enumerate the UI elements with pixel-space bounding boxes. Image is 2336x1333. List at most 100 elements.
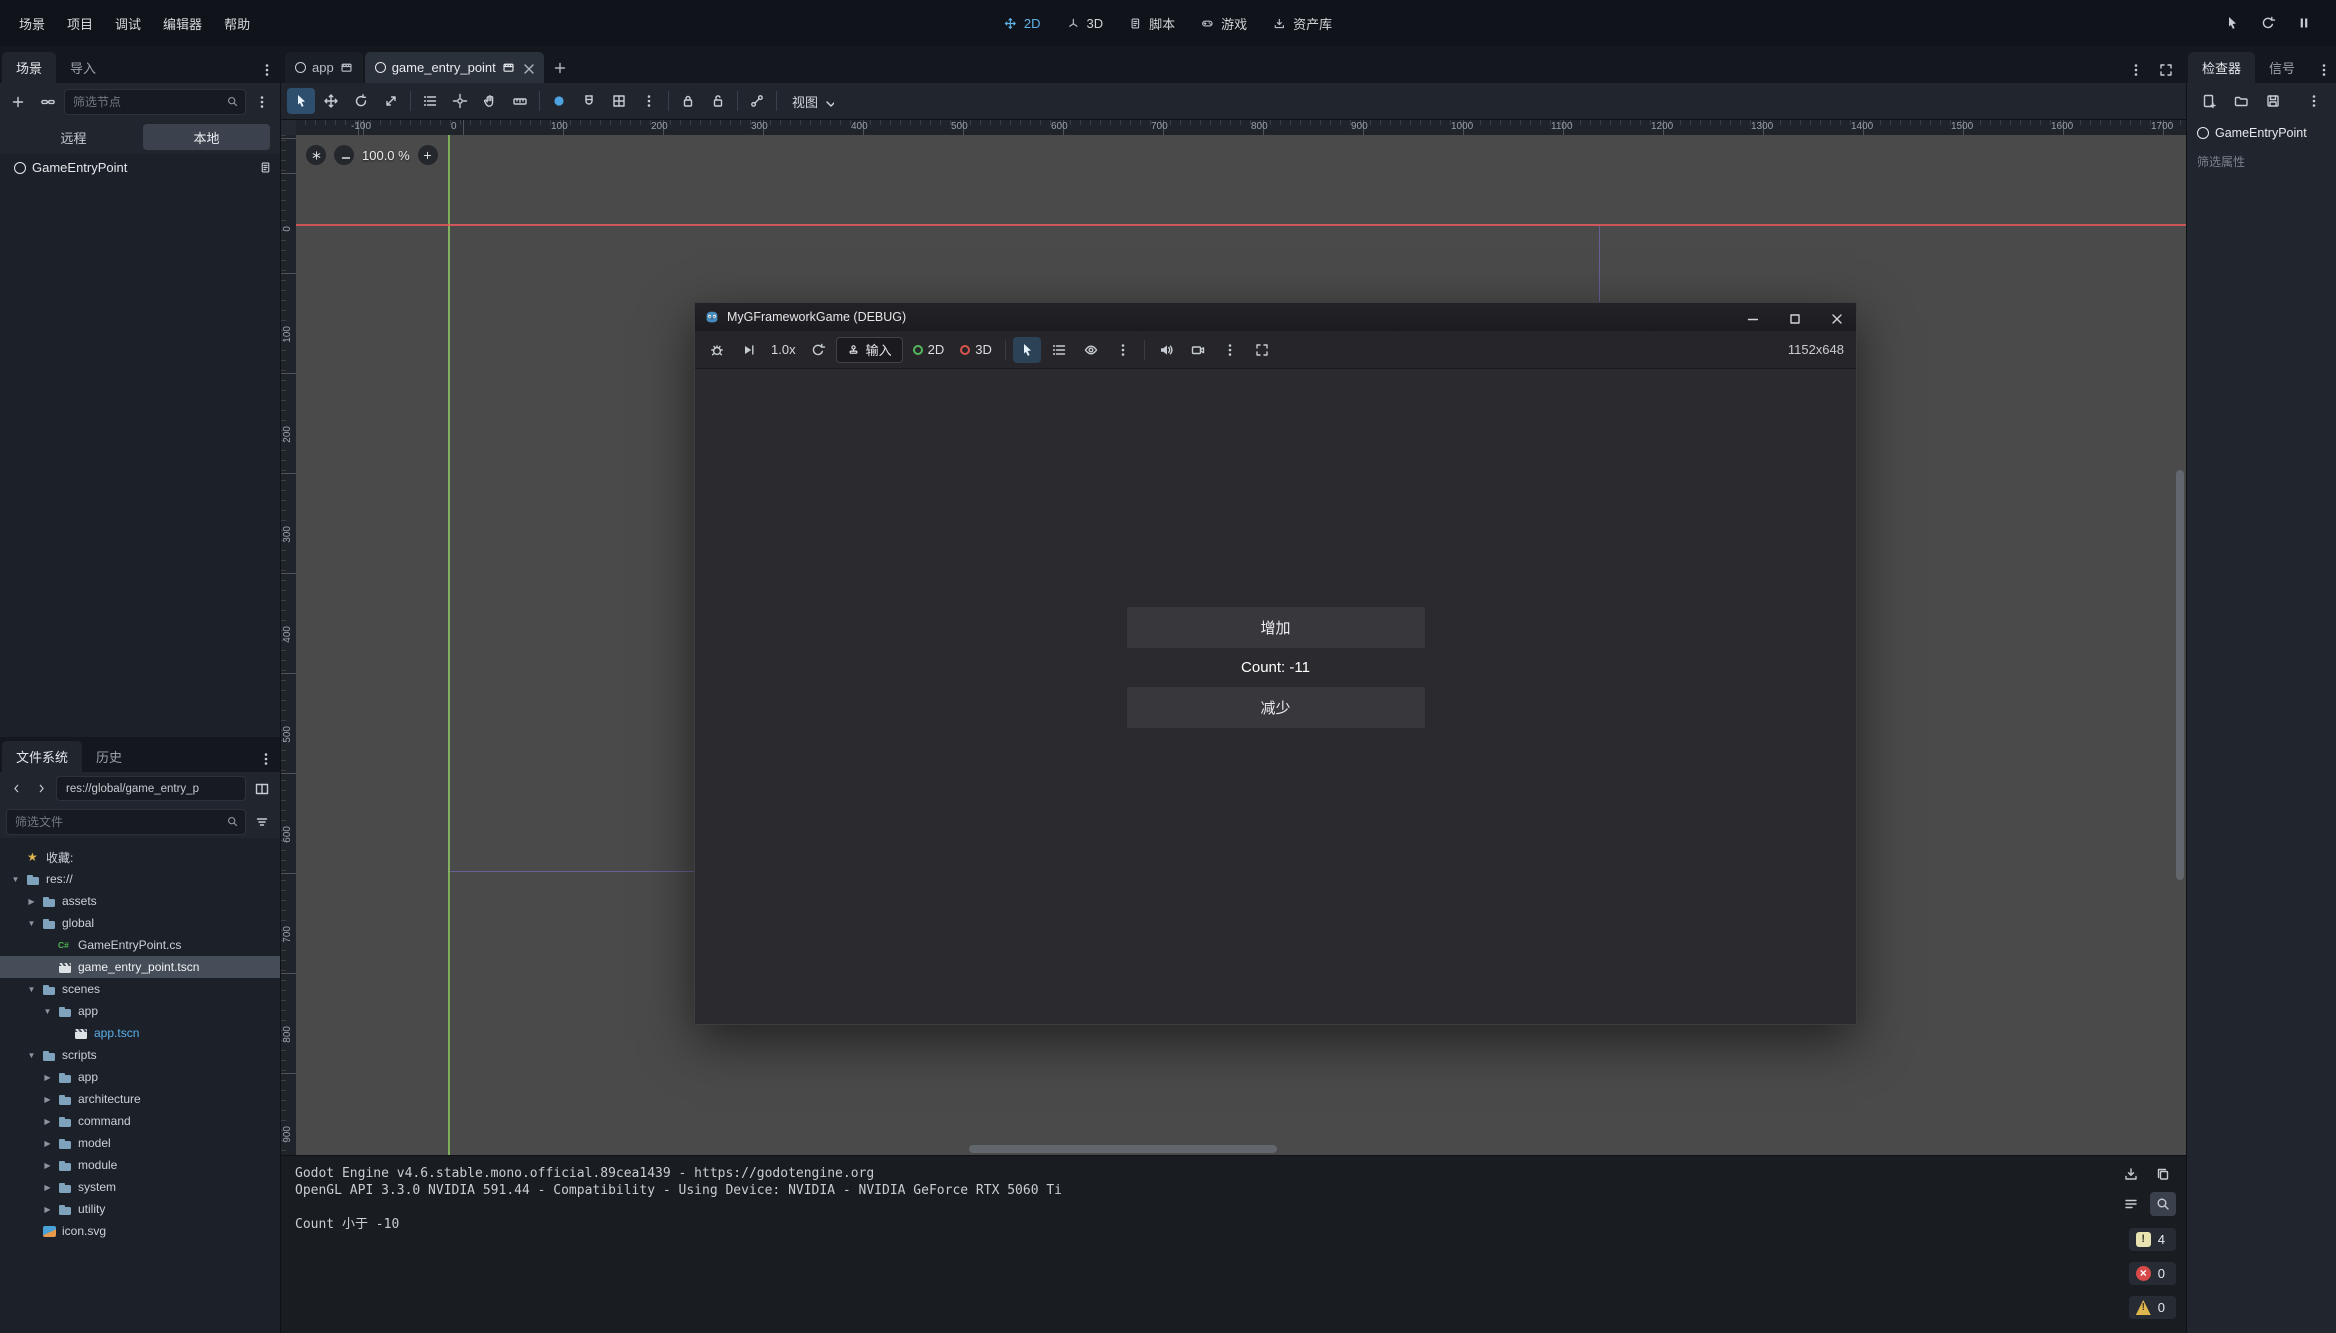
pick-node-button[interactable] [2218,10,2246,36]
scene-tab-game-entry-point[interactable]: game_entry_point [365,52,544,83]
select-tool-button[interactable] [287,88,315,114]
select-options-button[interactable] [1109,337,1137,363]
expand-arrow-icon[interactable] [26,1051,37,1060]
fs-item-scripts-app[interactable]: app [0,1066,280,1088]
instance-scene-button[interactable] [34,89,62,115]
fs-item-favorites[interactable]: 收藏: [0,846,280,868]
view-menu-button[interactable]: 视图 [782,88,844,114]
current-path-input[interactable] [64,782,238,796]
scale-tool-button[interactable] [377,88,405,114]
mode-2d-toggle[interactable]: 2D [907,342,951,357]
menu-help[interactable]: 帮助 [213,0,261,46]
fs-item-architecture[interactable]: architecture [0,1088,280,1110]
filter-properties-field[interactable]: 筛选属性 [2187,147,2336,176]
file-sort-button[interactable] [250,809,274,835]
game-debug-window[interactable]: MyGFrameworkGame (DEBUG) 1.0x [694,302,1857,1025]
list-select-button[interactable] [416,88,444,114]
filter-files-input[interactable] [13,814,226,830]
copy-log-button[interactable] [2150,1162,2176,1186]
expand-arrow-icon[interactable] [26,919,37,928]
restart-game-button[interactable] [2254,10,2282,36]
tab-scene-dock[interactable]: 场景 [2,52,56,83]
new-resource-button[interactable] [2195,88,2223,114]
time-scale-label[interactable]: 1.0x [767,342,800,357]
fs-item-game-entry-point-tscn[interactable]: game_entry_point.tscn [0,956,280,978]
scene-dock-menu-button[interactable] [248,89,276,115]
unlock-node-button[interactable] [704,88,732,114]
workspace-script[interactable]: 脚本 [1116,0,1188,46]
tab-history[interactable]: 历史 [82,741,136,772]
lock-node-button[interactable] [674,88,702,114]
menu-project[interactable]: 项目 [56,0,104,46]
mute-audio-button[interactable] [1152,337,1180,363]
fs-item-app-tscn[interactable]: app.tscn [0,1022,280,1044]
fs-item-model[interactable]: model [0,1132,280,1154]
zoom-out-button[interactable] [334,145,354,165]
fs-item-res[interactable]: res:// [0,868,280,890]
input-mode-toggle[interactable]: 输入 [836,337,903,363]
filter-nodes-box[interactable] [64,89,246,115]
expand-arrow-icon[interactable] [42,1007,53,1016]
ruler-tool-button[interactable] [506,88,534,114]
workspace-3d[interactable]: 3D [1053,0,1116,46]
save-resource-button[interactable] [2259,88,2287,114]
minimize-button[interactable] [1730,303,1772,331]
next-frame-button[interactable] [735,337,763,363]
fs-item-assets[interactable]: assets [0,890,280,912]
menu-debug[interactable]: 调试 [104,0,152,46]
pan-tool-button[interactable] [476,88,504,114]
history-forward-button[interactable] [31,776,52,802]
expand-arrow-icon[interactable] [42,1073,53,1082]
filesystem-menu-button[interactable] [252,746,280,772]
message-count-badge[interactable]: 4 [2129,1228,2176,1251]
expand-arrow-icon[interactable] [26,897,37,906]
game-menu-button[interactable] [1216,337,1244,363]
workspace-assetlib[interactable]: 资产库 [1260,0,1345,46]
remote-button[interactable]: 远程 [10,124,137,150]
inspector-menu-button[interactable] [2300,88,2328,114]
game-fullscreen-button[interactable] [1248,337,1276,363]
menu-editor[interactable]: 编辑器 [152,0,213,46]
tab-import-dock[interactable]: 导入 [56,52,110,83]
scene-tab-list-button[interactable] [2122,57,2150,83]
tab-inspector[interactable]: 检查器 [2188,52,2255,83]
load-resource-button[interactable] [2227,88,2255,114]
expand-arrow-icon[interactable] [42,1095,53,1104]
reset-speed-button[interactable] [804,337,832,363]
move-tool-button[interactable] [317,88,345,114]
fs-item-system[interactable]: system [0,1176,280,1198]
current-path-box[interactable] [56,776,246,801]
pause-game-button[interactable] [2290,10,2318,36]
fs-item-module[interactable]: module [0,1154,280,1176]
warning-count-badge[interactable]: 0 [2129,1296,2176,1319]
expand-arrow-icon[interactable] [42,1161,53,1170]
menu-scene[interactable]: 场景 [8,0,56,46]
search-log-button[interactable] [2150,1192,2176,1216]
distraction-free-button[interactable] [2152,57,2180,83]
workspace-2d[interactable]: 2D [991,0,1054,46]
expand-arrow-icon[interactable] [42,1183,53,1192]
filter-files-box[interactable] [6,809,246,835]
maximize-button[interactable] [1772,303,1814,331]
toggle-visibility-button[interactable] [1077,337,1105,363]
fs-item-gameentrypoint-cs[interactable]: GameEntryPoint.cs [0,934,280,956]
collapse-duplicates-button[interactable] [2118,1192,2144,1216]
local-button[interactable]: 本地 [143,124,270,150]
vertical-scrollbar[interactable] [2176,470,2184,880]
scene-tree-root-node[interactable]: GameEntryPoint [0,154,280,181]
tab-signals[interactable]: 信号 [2255,52,2309,83]
inspected-node[interactable]: GameEntryPoint [2187,119,2336,147]
game-select-mode-button[interactable] [1013,337,1041,363]
skeleton-options-button[interactable] [743,88,771,114]
expand-arrow-icon[interactable] [42,1117,53,1126]
workspace-game[interactable]: 游戏 [1188,0,1260,46]
expand-arrow-icon[interactable] [10,875,21,884]
fs-item-scenes-app[interactable]: app [0,1000,280,1022]
right-dock-menu-button[interactable] [2312,57,2336,83]
pivot-tool-button[interactable] [446,88,474,114]
expand-arrow-icon[interactable] [42,1139,53,1148]
fs-item-scenes[interactable]: scenes [0,978,280,1000]
canvas-2d[interactable]: 100.0 % MyGFrameworkGame (DEBUG) [296,135,2186,1155]
decrease-button[interactable]: 减少 [1126,686,1426,729]
expand-arrow-icon[interactable] [42,1205,53,1214]
